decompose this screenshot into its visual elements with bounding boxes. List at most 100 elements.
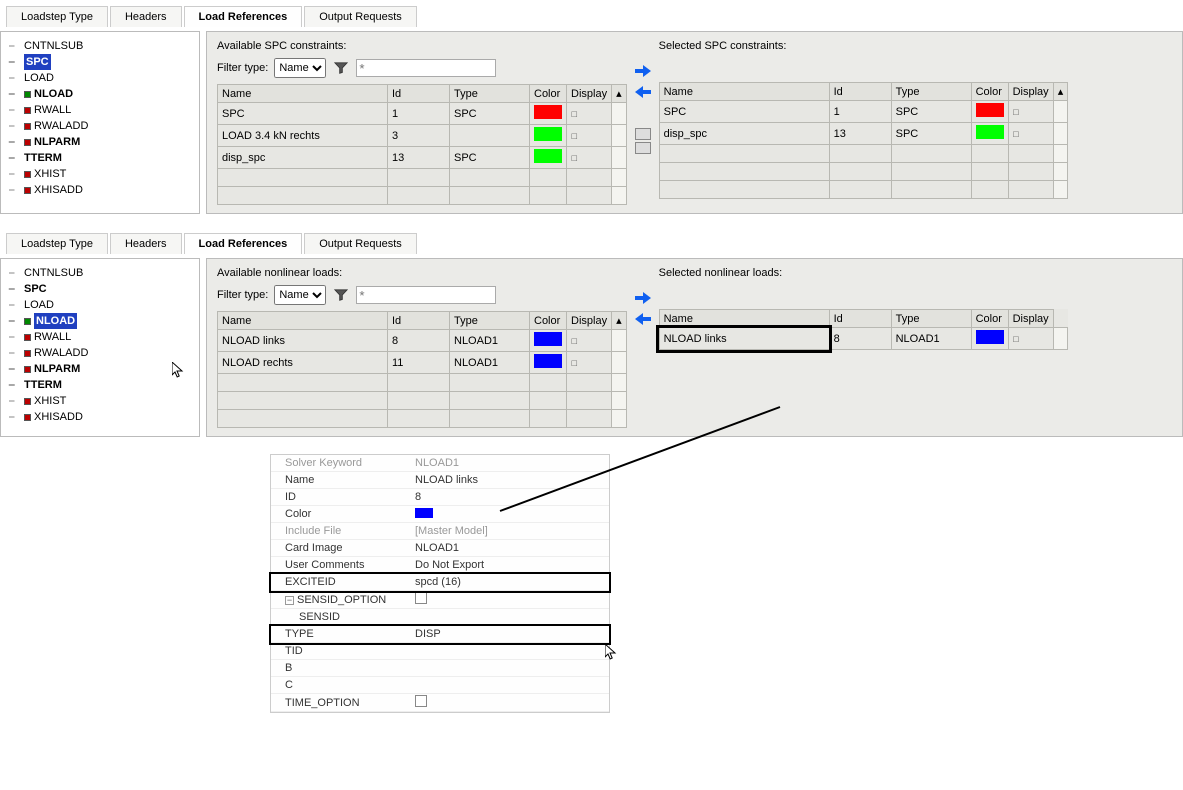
col-color[interactable]: Color [530, 312, 567, 330]
scrollbar[interactable] [612, 125, 627, 147]
filter-type-select[interactable]: Name [274, 285, 326, 305]
prop-value[interactable]: NLOAD links [411, 473, 609, 487]
prop-value[interactable] [411, 650, 609, 652]
add-arrow-icon[interactable] [635, 291, 651, 308]
available-table[interactable]: Name Id Type Color Display ▴ SPC1SPC☐LOA… [217, 84, 627, 205]
col-id[interactable]: Id [829, 310, 891, 328]
prop-row-exciteid[interactable]: EXCITEIDspcd (16) [271, 574, 609, 591]
filter-icon[interactable] [332, 286, 350, 304]
filter-text-input[interactable] [356, 286, 496, 304]
tree-item-nload[interactable]: ⎯NLOAD [9, 86, 193, 102]
cell-display-checkbox[interactable]: ☐ [567, 103, 612, 125]
table-row[interactable] [659, 181, 1068, 199]
tab-headers[interactable]: Headers [110, 233, 182, 254]
tree-item-rwaladd[interactable]: ⎯RWALADD [9, 345, 193, 361]
tree-item-rwall[interactable]: ⎯RWALL [9, 329, 193, 345]
prop-value[interactable] [411, 694, 609, 711]
tab-output-requests[interactable]: Output Requests [304, 6, 417, 27]
col-type[interactable]: Type [450, 85, 530, 103]
col-name[interactable]: Name [218, 85, 388, 103]
tab-loadstep-type[interactable]: Loadstep Type [6, 233, 108, 254]
table-row[interactable]: LOAD 3.4 kN rechts3☐ [218, 125, 627, 147]
table-row[interactable] [218, 169, 627, 187]
tree-item-xhist[interactable]: ⎯XHIST [9, 166, 193, 182]
remove-arrow-icon[interactable] [635, 85, 651, 102]
filter-type-select[interactable]: Name [274, 58, 326, 78]
table-row[interactable]: SPC1SPC☐ [218, 103, 627, 125]
table-row[interactable] [659, 145, 1068, 163]
cell-display-checkbox[interactable]: ☐ [567, 147, 612, 169]
col-id[interactable]: Id [388, 312, 450, 330]
table-row[interactable]: disp_spc13SPC☐ [218, 147, 627, 169]
prop-row-sensid-option[interactable]: −SENSID_OPTION [271, 591, 609, 609]
prop-row-sensid[interactable]: SENSID [271, 609, 609, 626]
prop-row-color[interactable]: Color [271, 506, 609, 523]
col-name[interactable]: Name [659, 310, 829, 328]
cell-display-checkbox[interactable]: ☐ [567, 352, 612, 374]
scrollbar[interactable] [612, 330, 627, 352]
prop-row-tid[interactable]: TID [271, 643, 609, 660]
prop-value[interactable] [411, 684, 609, 686]
tree-item-tterm[interactable]: ⎯TTERM [9, 377, 193, 393]
col-type[interactable]: Type [891, 83, 971, 101]
list-tool-icon[interactable] [635, 142, 651, 154]
cell-display-checkbox[interactable]: ☐ [1008, 101, 1053, 123]
prop-row-type[interactable]: TYPEDISP [271, 626, 609, 643]
expand-icon[interactable]: − [285, 596, 294, 605]
prop-row-b[interactable]: B [271, 660, 609, 677]
table-row[interactable] [218, 374, 627, 392]
tree-item-spc[interactable]: ⎯SPC [9, 54, 193, 70]
tree-item-cntnlsub[interactable]: ⎯CNTNLSUB [9, 265, 193, 281]
tab-output-requests[interactable]: Output Requests [304, 233, 417, 254]
checkbox[interactable] [415, 592, 427, 604]
table-row[interactable] [218, 392, 627, 410]
scroll-up-icon[interactable]: ▴ [1053, 83, 1068, 101]
prop-value[interactable]: NLOAD1 [411, 541, 609, 555]
col-display[interactable]: Display [567, 85, 612, 103]
col-name[interactable]: Name [218, 312, 388, 330]
tree-item-nlparm[interactable]: ⎯NLPARM [9, 361, 193, 377]
selected-table[interactable]: Name Id Type Color Display NLOAD links8N… [659, 309, 1068, 350]
checkbox[interactable] [415, 695, 427, 707]
list-tool-icon[interactable] [635, 128, 651, 140]
col-id[interactable]: Id [388, 85, 450, 103]
prop-value[interactable] [411, 591, 609, 608]
tree-item-tterm[interactable]: ⎯TTERM [9, 150, 193, 166]
prop-row-include-file[interactable]: Include File[Master Model] [271, 523, 609, 540]
col-display[interactable]: Display [1008, 310, 1053, 328]
table-row[interactable] [218, 187, 627, 205]
prop-value[interactable] [411, 507, 609, 522]
tree-item-spc[interactable]: ⎯SPC [9, 281, 193, 297]
prop-row-time-option[interactable]: TIME_OPTION [271, 694, 609, 712]
prop-value[interactable]: NLOAD1 [411, 456, 609, 470]
tree-item-load[interactable]: ⎯LOAD [9, 297, 193, 313]
prop-value[interactable]: Do Not Export [411, 558, 609, 572]
col-type[interactable]: Type [891, 310, 971, 328]
tree-item-load[interactable]: ⎯LOAD [9, 70, 193, 86]
prop-row-id[interactable]: ID8 [271, 489, 609, 506]
remove-arrow-icon[interactable] [635, 312, 651, 329]
prop-value[interactable]: [Master Model] [411, 524, 609, 538]
prop-value[interactable] [411, 667, 609, 669]
col-display[interactable]: Display [567, 312, 612, 330]
prop-value[interactable]: spcd (16) [411, 575, 609, 589]
prop-row-user-comments[interactable]: User CommentsDo Not Export [271, 557, 609, 574]
filter-text-input[interactable] [356, 59, 496, 77]
prop-row-card-image[interactable]: Card ImageNLOAD1 [271, 540, 609, 557]
table-row[interactable]: NLOAD links8NLOAD1☐ [218, 330, 627, 352]
table-row[interactable] [218, 410, 627, 428]
prop-value[interactable] [411, 616, 609, 618]
col-id[interactable]: Id [829, 83, 891, 101]
cell-display-checkbox[interactable]: ☐ [567, 330, 612, 352]
prop-row-c[interactable]: C [271, 677, 609, 694]
scrollbar[interactable] [612, 352, 627, 374]
add-arrow-icon[interactable] [635, 64, 651, 81]
tree-item-nload[interactable]: ⎯NLOAD [9, 313, 193, 329]
properties-panel[interactable]: Solver KeywordNLOAD1NameNLOAD linksID8Co… [270, 454, 610, 713]
tree-item-xhisadd[interactable]: ⎯XHISADD [9, 409, 193, 425]
table-row[interactable]: NLOAD rechts11NLOAD1☐ [218, 352, 627, 374]
tab-loadstep-type[interactable]: Loadstep Type [6, 6, 108, 27]
scroll-up-icon[interactable]: ▴ [612, 312, 627, 330]
cell-display-checkbox[interactable]: ☐ [1008, 328, 1053, 350]
col-color[interactable]: Color [971, 310, 1008, 328]
